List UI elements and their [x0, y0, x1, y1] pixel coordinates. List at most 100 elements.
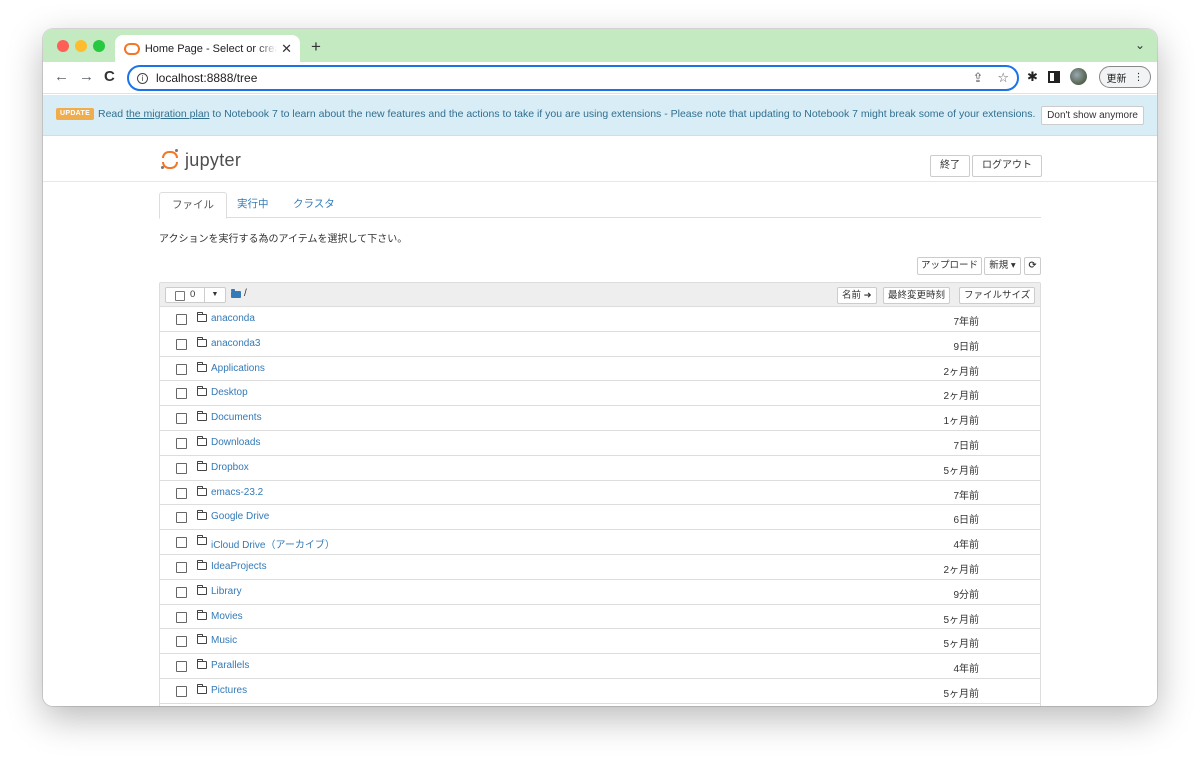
last-modified: 4年前 — [953, 540, 979, 552]
banner-message: Read the migration plan to Notebook 7 to… — [98, 108, 1035, 120]
tab-running[interactable]: 実行中 — [225, 192, 281, 218]
table-row: Applications 2ヶ月前 — [160, 357, 1040, 382]
jupyter-header: jupyter 終了 ログアウト — [43, 136, 1157, 182]
select-all-control[interactable]: 0 ▼ — [165, 287, 226, 303]
last-modified: 2ヶ月前 — [943, 391, 979, 403]
last-modified: 6日前 — [953, 515, 979, 527]
new-dropdown-button[interactable]: 新規 ▾ — [984, 257, 1021, 275]
row-checkbox[interactable] — [176, 685, 187, 697]
side-panel-icon[interactable] — [1047, 70, 1060, 83]
site-info-icon[interactable]: i — [137, 72, 148, 84]
migration-plan-link[interactable]: the migration plan — [126, 108, 209, 120]
folder-icon — [197, 460, 207, 471]
file-name-link[interactable]: Desktop — [211, 387, 248, 398]
file-name-link[interactable]: Music — [211, 635, 237, 646]
bookmark-star-icon[interactable]: ☆ — [997, 70, 1009, 86]
file-name-link[interactable]: Downloads — [211, 437, 260, 448]
close-window-button[interactable] — [57, 40, 69, 52]
browser-tab[interactable]: Home Page - Select or create a notebook … — [115, 35, 300, 62]
new-tab-button[interactable]: + — [311, 37, 321, 57]
migration-banner: UPDATE Read the migration plan to Notebo… — [43, 95, 1157, 136]
folder-breadcrumb-icon[interactable] — [231, 289, 241, 298]
refresh-icon[interactable]: ⟳ — [1024, 257, 1041, 275]
row-checkbox[interactable] — [176, 512, 187, 524]
file-name-link[interactable]: Dropbox — [211, 462, 249, 473]
file-name-link[interactable]: Documents — [211, 412, 262, 423]
tab-search-chevron-icon[interactable]: ⌄ — [1135, 38, 1145, 52]
upload-button[interactable]: アップロード — [917, 257, 982, 275]
jupyter-logo[interactable]: jupyter — [161, 149, 241, 171]
row-checkbox[interactable] — [176, 413, 187, 425]
table-row: Pictures 5ヶ月前 — [160, 679, 1040, 704]
last-modified: 7日前 — [953, 440, 979, 452]
quit-button[interactable]: 終了 — [930, 155, 970, 177]
file-name-link[interactable]: anaconda3 — [211, 338, 261, 349]
row-checkbox[interactable] — [176, 586, 187, 598]
dont-show-anymore-button[interactable]: Don't show anymore — [1041, 106, 1144, 125]
sort-by-name-button[interactable]: 名前 ➜ — [837, 287, 877, 304]
profile-avatar[interactable] — [1069, 68, 1087, 85]
table-row: Music 5ヶ月前 — [160, 629, 1040, 655]
file-name-link[interactable]: emacs-23.2 — [211, 487, 263, 498]
folder-icon — [197, 312, 207, 322]
extensions-puzzle-icon[interactable]: ✱ — [1027, 69, 1038, 85]
row-checkbox[interactable] — [176, 611, 187, 623]
page-content: UPDATE Read the migration plan to Notebo… — [43, 95, 1157, 706]
sort-by-size-button[interactable]: ファイルサイズ — [959, 287, 1036, 304]
file-name-link[interactable]: Library — [211, 586, 242, 597]
browser-update-button[interactable]: 更新 ⋮ — [1099, 66, 1151, 88]
row-checkbox[interactable] — [176, 636, 187, 648]
row-checkbox[interactable] — [176, 487, 187, 499]
row-checkbox[interactable] — [176, 462, 187, 474]
file-name-link[interactable]: Pictures — [211, 685, 247, 696]
tab-files[interactable]: ファイル — [159, 192, 227, 219]
table-row: Movies 5ヶ月前 — [160, 605, 1040, 630]
minimize-window-button[interactable] — [75, 40, 87, 52]
url-text[interactable]: localhost:8888/tree — [156, 71, 257, 85]
address-bar[interactable]: i localhost:8888/tree ⇪ ☆ — [127, 65, 1019, 91]
table-row: Parallels 4年前 — [160, 654, 1040, 679]
last-modified: 2ヶ月前 — [943, 564, 979, 576]
row-checkbox[interactable] — [176, 537, 187, 549]
folder-icon — [197, 435, 207, 446]
tab-strip: Home Page - Select or create a notebook … — [43, 29, 1157, 62]
row-checkbox[interactable] — [176, 437, 187, 449]
maximize-window-button[interactable] — [93, 40, 105, 52]
file-name-link[interactable]: Movies — [211, 611, 243, 622]
update-label: 更新 — [1106, 73, 1127, 85]
chevron-down-icon[interactable]: ▼ — [204, 288, 225, 302]
row-checkbox[interactable] — [176, 561, 187, 573]
browser-window: Home Page - Select or create a notebook … — [43, 29, 1157, 706]
last-modified: 5ヶ月前 — [943, 639, 979, 651]
share-icon[interactable]: ⇪ — [972, 70, 983, 86]
breadcrumb[interactable]: / — [244, 288, 247, 299]
forward-arrow-icon[interactable]: → — [79, 68, 94, 85]
selection-hint: アクションを実行する為のアイテムを選択して下さい。 — [159, 234, 408, 245]
file-name-link[interactable]: iCloud Drive（アーカイブ） — [211, 536, 335, 551]
row-checkbox[interactable] — [176, 388, 187, 400]
last-modified: 5ヶ月前 — [943, 614, 979, 626]
folder-icon — [197, 510, 207, 521]
file-name-link[interactable]: IdeaProjects — [211, 561, 267, 572]
row-checkbox[interactable] — [176, 363, 187, 375]
back-arrow-icon[interactable]: ← — [54, 68, 69, 85]
close-tab-icon[interactable]: ✕ — [281, 41, 292, 57]
tab-clusters[interactable]: クラスタ — [281, 192, 347, 218]
file-list: 0 ▼ / 名前 ➜ 最終変更時刻 ファイルサイズ anaconda 7年前 ana… — [159, 282, 1041, 706]
tab-title: Home Page - Select or create a notebook — [144, 42, 277, 55]
folder-icon — [197, 683, 207, 694]
file-name-link[interactable]: Applications — [211, 363, 265, 374]
logout-button[interactable]: ログアウト — [972, 155, 1042, 177]
table-row: Google Drive 6日前 — [160, 505, 1040, 531]
file-name-link[interactable]: anaconda — [211, 313, 255, 324]
select-all-checkbox[interactable] — [175, 291, 185, 301]
row-checkbox[interactable] — [176, 661, 187, 673]
sort-by-modified-button[interactable]: 最終変更時刻 — [883, 287, 951, 304]
file-rows: anaconda 7年前 anaconda3 9日前 Applications 2ヶ月前 D… — [160, 307, 1040, 706]
file-name-link[interactable]: Google Drive — [211, 511, 269, 522]
reload-icon[interactable]: C — [104, 68, 115, 85]
row-checkbox[interactable] — [176, 338, 187, 350]
table-row: Postman4年前 — [160, 704, 1040, 706]
row-checkbox[interactable] — [176, 314, 187, 325]
file-name-link[interactable]: Parallels — [211, 660, 249, 671]
